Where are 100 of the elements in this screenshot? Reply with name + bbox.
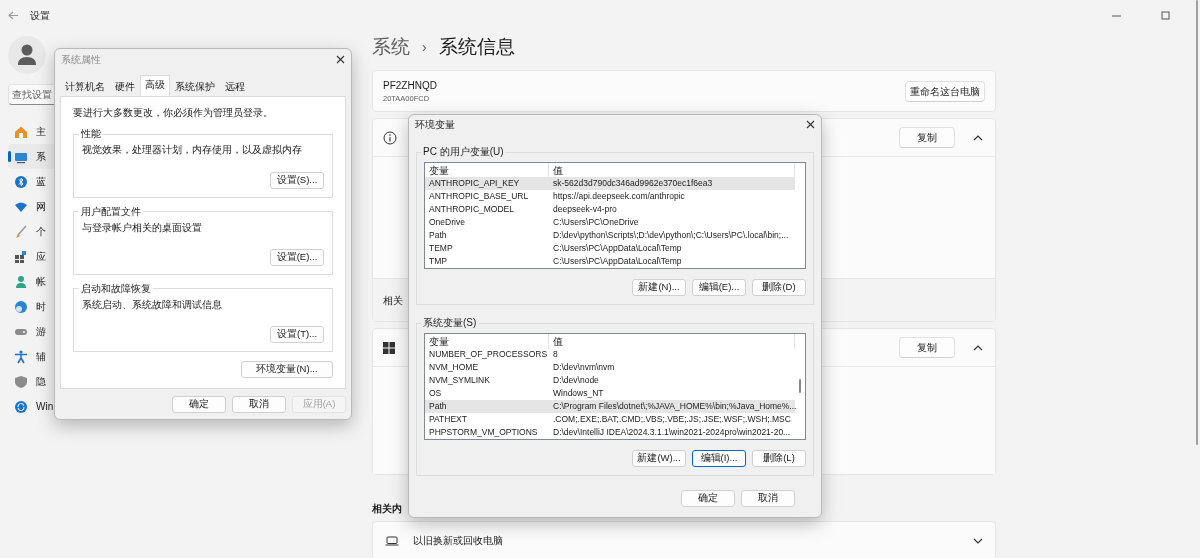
variable-name: NUMBER_OF_PROCESSORS: [428, 348, 549, 361]
device-name: PF2ZHNQD: [383, 78, 437, 93]
nav-item[interactable]: 网: [8, 194, 68, 219]
variable-name: TEMP: [428, 242, 454, 255]
person-icon: [14, 274, 28, 289]
apps-icon: [14, 249, 28, 264]
dialog-button[interactable]: 确定: [172, 396, 226, 413]
section-heading: 相关内: [372, 502, 402, 516]
dialog-button[interactable]: 取消: [232, 396, 286, 413]
nav-item[interactable]: 主: [8, 119, 68, 144]
variable-value: D:\dev\python\Scripts\;D:\dev\python\;C:\Users\PC\.local\bin;...: [552, 229, 790, 242]
avatar: [8, 36, 46, 74]
list-button[interactable]: 新建(W)...: [632, 450, 686, 467]
variable-name: NVM_HOME: [428, 361, 480, 374]
variable-name: OneDrive: [428, 216, 466, 229]
list-row[interactable]: NUMBER_OF_PROCESSORS 8: [425, 348, 795, 361]
variable-value: C:\Users\PC\AppData\Local\Temp: [552, 255, 683, 268]
rename-button[interactable]: 重命名这台电脑: [905, 80, 985, 102]
variable-value: 8: [552, 348, 559, 361]
windows-logo-icon: [383, 341, 395, 354]
list-row[interactable]: TMP C:\Users\PC\AppData\Local\Temp: [425, 255, 795, 268]
list-row[interactable]: NVM_HOME D:\dev\nvm\nvm: [425, 361, 795, 374]
collapse-icon[interactable]: [973, 344, 983, 351]
variable-name: ANTHROPIC_MODEL: [428, 203, 515, 216]
nav-item[interactable]: Win: [8, 394, 68, 419]
list-button[interactable]: 编辑(I)...: [692, 450, 746, 467]
variable-name: ANTHROPIC_API_KEY: [428, 177, 521, 190]
laptop-icon: [385, 535, 399, 546]
shield-icon: [14, 374, 28, 389]
variable-name: Path: [428, 400, 448, 413]
maximize-icon[interactable]: [1161, 10, 1170, 20]
list-row[interactable]: OS Windows_NT: [425, 387, 795, 400]
breadcrumb-separator: ›: [422, 37, 427, 57]
expand-icon[interactable]: [973, 537, 983, 544]
scrollbar[interactable]: [1196, 0, 1198, 445]
list-button[interactable]: 编辑(E)...: [692, 279, 746, 296]
list-row[interactable]: ANTHROPIC_MODEL deepseek-v4-pro: [425, 203, 795, 216]
tab[interactable]: 高级: [140, 75, 170, 97]
variable-name: Path: [428, 229, 448, 242]
settings-button[interactable]: 设置(T)...: [270, 326, 324, 343]
related-card[interactable]: 以旧换新或回收电脑: [372, 521, 996, 558]
list-button[interactable]: 新建(N)...: [632, 279, 686, 296]
list-row[interactable]: NVM_SYMLINK D:\dev\node: [425, 374, 795, 387]
variable-value: C:\Program Files\dotnet\;%JAVA_HOME%\bin;%Java_Home%...: [552, 400, 797, 413]
nav-item[interactable]: 隐: [8, 369, 68, 394]
close-icon[interactable]: [806, 120, 815, 129]
variable-value: D:\dev\nvm\nvm: [552, 361, 616, 374]
nav-item[interactable]: 时: [8, 294, 68, 319]
dialog-button[interactable]: 取消: [741, 490, 795, 507]
page-title: 系统信息: [438, 34, 515, 59]
accessibility-icon: [14, 349, 28, 364]
environment-variables-button[interactable]: 环境变量(N)...: [241, 361, 333, 378]
variable-value: D:\dev\node: [552, 374, 600, 387]
list-row[interactable]: TEMP C:\Users\PC\AppData\Local\Temp: [425, 242, 795, 255]
list-row[interactable]: Path C:\Program Files\dotnet\;%JAVA_HOME%\bin;%Java_Home%...: [425, 400, 795, 413]
settings-button[interactable]: 设置(E)...: [270, 248, 324, 266]
nav-item[interactable]: 应: [8, 244, 68, 269]
section-label: 相关: [383, 293, 403, 308]
column-header[interactable]: 变量: [425, 334, 549, 349]
nav-item[interactable]: 游: [8, 319, 68, 344]
list-row[interactable]: PHPSTORM_VM_OPTIONS D:\dev\IntelliJ IDEA\2024.3.1.1\win2021-2024pro\win2021-20...: [425, 426, 795, 439]
settings-button[interactable]: 设置(S)...: [270, 171, 324, 189]
group-title: 启动和故障恢复: [80, 282, 152, 295]
list-row[interactable]: OneDrive C:\Users\PC\OneDrive: [425, 216, 795, 229]
nav-item[interactable]: 辅: [8, 344, 68, 369]
list-row[interactable]: ANTHROPIC_API_KEY sk-562d3d790dc346ad9962e370ec1f6ea3: [425, 177, 795, 190]
list-row[interactable]: Path D:\dev\python\Scripts\;D:\dev\python\;C:\Users\PC\.local\bin;...: [425, 229, 795, 242]
variable-value: D:\dev\IntelliJ IDEA\2024.3.1.1\win2021-2024pro\win2021-20...: [552, 426, 792, 439]
list-button[interactable]: 删除(L): [752, 450, 806, 467]
back-icon[interactable]: [8, 10, 18, 20]
dialog-button[interactable]: 确定: [681, 490, 735, 507]
home-icon: [14, 124, 28, 139]
nav-item[interactable]: 个: [8, 219, 68, 244]
list-button[interactable]: 删除(D): [752, 279, 806, 296]
globe-icon: [14, 299, 28, 314]
window-title: 设置: [30, 8, 50, 23]
variable-name: TMP: [428, 255, 448, 268]
variable-name: ANTHROPIC_BASE_URL: [428, 190, 530, 203]
breadcrumb-link[interactable]: 系统: [372, 32, 410, 62]
copy-button[interactable]: 复制: [899, 337, 955, 358]
group-description: 系统启动、系统故障和调试信息: [82, 297, 223, 312]
scrollbar-thumb[interactable]: [799, 379, 801, 393]
list-row[interactable]: ANTHROPIC_BASE_URL https://api.deepseek.com/anthropic: [425, 190, 795, 203]
nav-item[interactable]: 帐: [8, 269, 68, 294]
info-icon: [383, 130, 397, 145]
nav-item[interactable]: 蓝: [8, 169, 68, 194]
group-title: 性能: [80, 128, 102, 141]
list-row[interactable]: PATHEXT .COM;.EXE;.BAT;.CMD;.VBS;.VBE;.JS;.JSE;.WSF;.WSH;.MSC: [425, 413, 795, 426]
variable-name: NVM_SYMLINK: [428, 374, 491, 387]
column-header[interactable]: 值: [549, 334, 795, 349]
variable-value: https://api.deepseek.com/anthropic: [552, 190, 686, 203]
variable-value: sk-562d3d790dc346ad9962e370ec1f6ea3: [552, 177, 714, 190]
brush-icon: [14, 224, 28, 239]
collapse-icon[interactable]: [973, 134, 983, 141]
variable-value: C:\Users\PC\OneDrive: [552, 216, 640, 229]
copy-button[interactable]: 复制: [899, 127, 955, 148]
group-title: 系统变量(S): [422, 317, 478, 329]
group-title: PC 的用户变量(U): [422, 146, 505, 158]
notice-text: 要进行大多数更改，你必须作为管理员登录。: [73, 106, 274, 121]
close-icon[interactable]: [336, 54, 345, 64]
